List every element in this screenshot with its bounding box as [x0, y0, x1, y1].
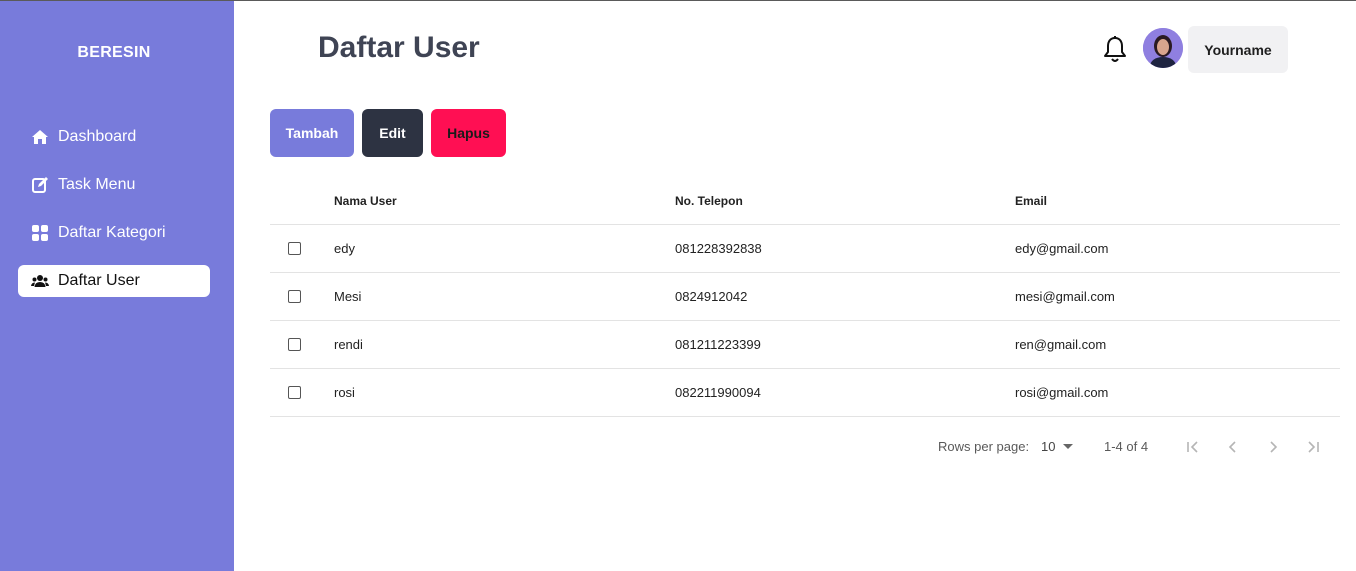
cell-phone: 0824912042	[675, 289, 748, 304]
grid-icon	[31, 224, 49, 242]
sidebar-item-task-menu[interactable]: Task Menu	[18, 169, 210, 201]
user-menu-button[interactable]: Yourname	[1188, 26, 1288, 73]
brand-logo-text: BERESIN	[77, 44, 151, 61]
first-page-icon	[1187, 441, 1198, 453]
table-row[interactable]: edy 081228392838 edy@gmail.com	[270, 225, 1340, 273]
previous-page-button[interactable]	[1220, 434, 1246, 460]
table-row[interactable]: Mesi 0824912042 mesi@gmail.com	[270, 273, 1340, 321]
cell-name: Mesi	[334, 289, 362, 304]
last-page-icon	[1308, 441, 1319, 453]
table-header: Nama User No. Telepon Email	[270, 177, 1340, 225]
pagination: Rows per page: 10 1-4 of 4	[270, 421, 1340, 473]
cell-name: rosi	[334, 385, 355, 400]
cell-name: rendi	[334, 337, 363, 352]
cell-name: edy	[334, 241, 355, 256]
users-icon	[31, 272, 49, 290]
first-page-button[interactable]	[1180, 434, 1206, 460]
rows-per-page-select[interactable]: 10	[1041, 439, 1074, 454]
sidebar-item-label: Dashboard	[58, 128, 137, 145]
pagination-range: 1-4 of 4	[1104, 439, 1149, 454]
sidebar-item-daftar-kategori[interactable]: Daftar Kategori	[18, 217, 210, 249]
table-row[interactable]: rendi 081211223399 ren@gmail.com	[270, 321, 1340, 369]
column-header-email[interactable]: Email	[1015, 177, 1047, 224]
column-header-name[interactable]: Nama User	[334, 177, 397, 224]
add-button[interactable]: Tambah	[270, 109, 354, 157]
page-title: Daftar User	[318, 31, 480, 64]
avatar[interactable]	[1143, 28, 1183, 68]
row-checkbox[interactable]	[288, 290, 301, 303]
delete-button[interactable]: Hapus	[431, 109, 506, 157]
row-checkbox[interactable]	[288, 338, 301, 351]
row-checkbox[interactable]	[288, 386, 301, 399]
app-window: BERESIN Dashboard Task Menu Daftar Kateg…	[0, 0, 1356, 571]
user-table: Nama User No. Telepon Email edy 08122839…	[270, 177, 1340, 417]
home-icon	[31, 128, 49, 146]
rows-per-page-value: 10	[1041, 439, 1056, 454]
sidebar-item-label: Daftar Kategori	[58, 224, 166, 241]
sidebar-item-label: Task Menu	[58, 176, 136, 193]
edit-button[interactable]: Edit	[362, 109, 423, 157]
cell-phone: 082211990094	[675, 385, 761, 400]
cell-email: edy@gmail.com	[1015, 241, 1109, 256]
table-row[interactable]: rosi 082211990094 rosi@gmail.com	[270, 369, 1340, 417]
rows-per-page-label: Rows per page:	[938, 439, 1030, 454]
column-header-phone[interactable]: No. Telepon	[675, 177, 743, 224]
main-content: Daftar User Yourname Tambah Edit Hapus N…	[234, 1, 1356, 571]
chevron-left-icon	[1228, 441, 1236, 453]
sidebar-item-label: Daftar User	[58, 272, 140, 289]
caret-down-icon	[1063, 444, 1074, 449]
edit-icon	[31, 176, 49, 194]
cell-phone: 081211223399	[675, 337, 761, 352]
chevron-right-icon	[1270, 441, 1278, 453]
cell-email: mesi@gmail.com	[1015, 289, 1115, 304]
next-page-button[interactable]	[1260, 434, 1286, 460]
last-page-button[interactable]	[1300, 434, 1326, 460]
sidebar-item-daftar-user[interactable]: Daftar User	[18, 265, 210, 297]
cell-phone: 081228392838	[675, 241, 762, 256]
sidebar-item-dashboard[interactable]: Dashboard	[18, 121, 210, 153]
notification-bell-icon[interactable]	[1101, 35, 1129, 65]
sidebar: BERESIN Dashboard Task Menu Daftar Kateg…	[0, 1, 234, 571]
row-checkbox[interactable]	[288, 242, 301, 255]
cell-email: rosi@gmail.com	[1015, 385, 1109, 400]
cell-email: ren@gmail.com	[1015, 337, 1107, 352]
